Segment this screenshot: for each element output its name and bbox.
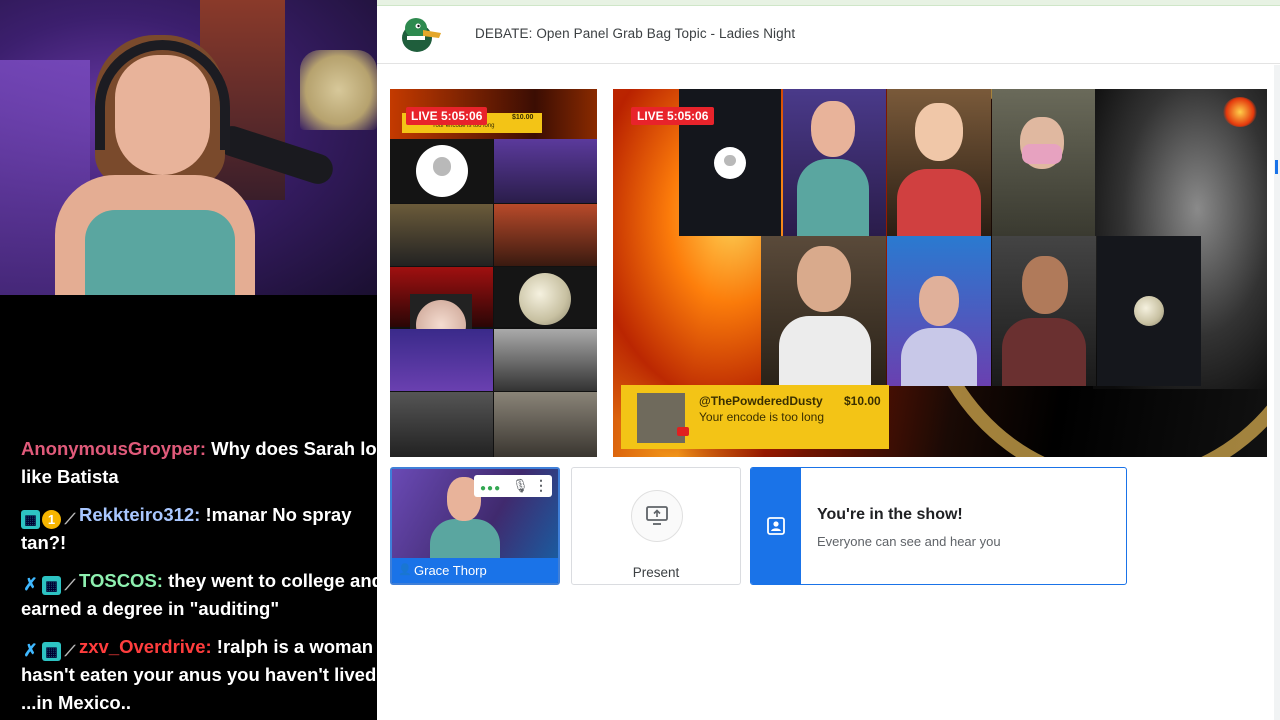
streamer-person	[55, 35, 265, 295]
preview-live-badge: LIVE 5:05:06	[406, 107, 488, 125]
gift-badge-icon: 1	[42, 510, 61, 529]
pen-badge-icon: ⟋	[64, 643, 76, 660]
chat-username[interactable]: TOSCOS:	[79, 570, 163, 591]
subscriber-badge-icon: ▦	[42, 576, 61, 595]
donation-alert: @ThePowderedDusty $10.00 Your encode is …	[621, 385, 889, 449]
donation-message: Your encode is too long	[699, 410, 824, 424]
chat-message: ✗ ▦ ⟋ TOSCOS: they went to college and earn…	[21, 567, 377, 623]
present-icon-circle	[631, 490, 683, 542]
preview-tile	[494, 267, 597, 327]
page-title: DEBATE: Open Panel Grab Bag Topic - Ladi…	[475, 26, 796, 41]
preview-tile	[494, 139, 597, 203]
pen-badge-icon: ⟋	[64, 511, 76, 528]
in-show-notice: You're in the show! Everyone can see and…	[750, 467, 1127, 585]
chat-message: AnonymousGroyper: Why does Sarah look li…	[21, 435, 377, 491]
preview-tile	[390, 204, 493, 266]
subscriber-badge-icon: ▦	[21, 510, 40, 529]
present-button[interactable]: Present	[571, 467, 741, 585]
studio-header: DEBATE: Open Panel Grab Bag Topic - Ladi…	[377, 6, 1280, 64]
preview-tile	[494, 392, 597, 457]
pen-badge-icon: ⟋	[64, 577, 76, 594]
preview-tile	[390, 392, 493, 457]
in-show-subtitle: Everyone can see and hear you	[817, 534, 1001, 549]
user-avatar-icon	[714, 147, 746, 179]
present-screen-icon	[646, 506, 668, 525]
more-options-icon[interactable]: ⋮	[534, 477, 548, 494]
stream-chat: AnonymousGroyper: Why does Sarah look li…	[0, 295, 377, 720]
preview-tile	[390, 329, 493, 391]
subscriber-badge-icon: ▦	[42, 642, 61, 661]
chat-username[interactable]: zxv_Overdrive:	[79, 636, 212, 657]
participant-tile	[783, 89, 886, 236]
orb-icon	[519, 273, 571, 325]
in-show-title: You're in the show!	[817, 506, 963, 523]
self-view-controls: ●●● 🎙 ⋮	[474, 475, 552, 497]
streamer-webcam	[0, 0, 377, 295]
self-name-bar: 👤 Grace Thorp	[392, 558, 558, 583]
person-icon: 👤	[398, 564, 412, 576]
preview-tile	[494, 204, 597, 266]
participant-tile	[761, 236, 886, 386]
present-label: Present	[632, 565, 680, 580]
main-stage[interactable]: LIVE 5:05:06 @ThePowderedDusty $10.00 Yo…	[613, 89, 1267, 457]
live-badge: LIVE 5:05:06	[631, 107, 715, 125]
participant-tile	[992, 89, 1095, 236]
donation-amount: $10.00	[844, 394, 881, 408]
chat-message: ▦ 1 ⟋ Rekkteiro312: !manar No spray tan?!	[21, 501, 377, 557]
self-view-tile[interactable]: ●●● 🎙 ⋮ 👤 Grace Thorp	[390, 467, 560, 585]
participant-tile	[887, 236, 991, 386]
right-scrollbar[interactable]	[1274, 65, 1280, 720]
chat-username[interactable]: AnonymousGroyper:	[21, 438, 206, 459]
preview-tile	[494, 329, 597, 391]
participant-tile	[887, 89, 991, 236]
participant-tile	[992, 236, 1096, 386]
self-name: Grace Thorp	[414, 563, 487, 578]
youtube-icon	[677, 427, 689, 436]
microphone-icon[interactable]: 🎙	[512, 478, 529, 494]
sword-badge-icon: ✗	[23, 641, 38, 660]
webcam-lamp	[300, 50, 377, 130]
duck-logo-icon[interactable]	[399, 16, 443, 54]
badge-person-icon	[767, 517, 785, 535]
participant-tile	[1097, 236, 1201, 386]
notice-accent	[751, 468, 801, 584]
donor-name: @ThePowderedDusty	[699, 394, 823, 408]
orb-icon	[1134, 296, 1164, 326]
output-preview[interactable]: ty $10.00 Your encode is too long LIVE 5…	[390, 89, 597, 457]
chat-message: ✗ ▦ ⟋ zxv_Overdrive: !ralph is a woman hasn…	[21, 633, 377, 717]
studio-window: DEBATE: Open Panel Grab Bag Topic - Ladi…	[377, 0, 1280, 720]
chat-list: AnonymousGroyper: Why does Sarah look li…	[21, 435, 377, 720]
chat-username[interactable]: Rekkteiro312:	[79, 504, 200, 525]
preview-donation-amount: $10.00	[512, 114, 534, 121]
preview-tile	[390, 139, 493, 203]
audio-level-icon: ●●●	[480, 483, 502, 494]
user-avatar-icon	[416, 145, 468, 197]
fire-icon	[1223, 97, 1257, 127]
sword-badge-icon: ✗	[23, 575, 38, 594]
